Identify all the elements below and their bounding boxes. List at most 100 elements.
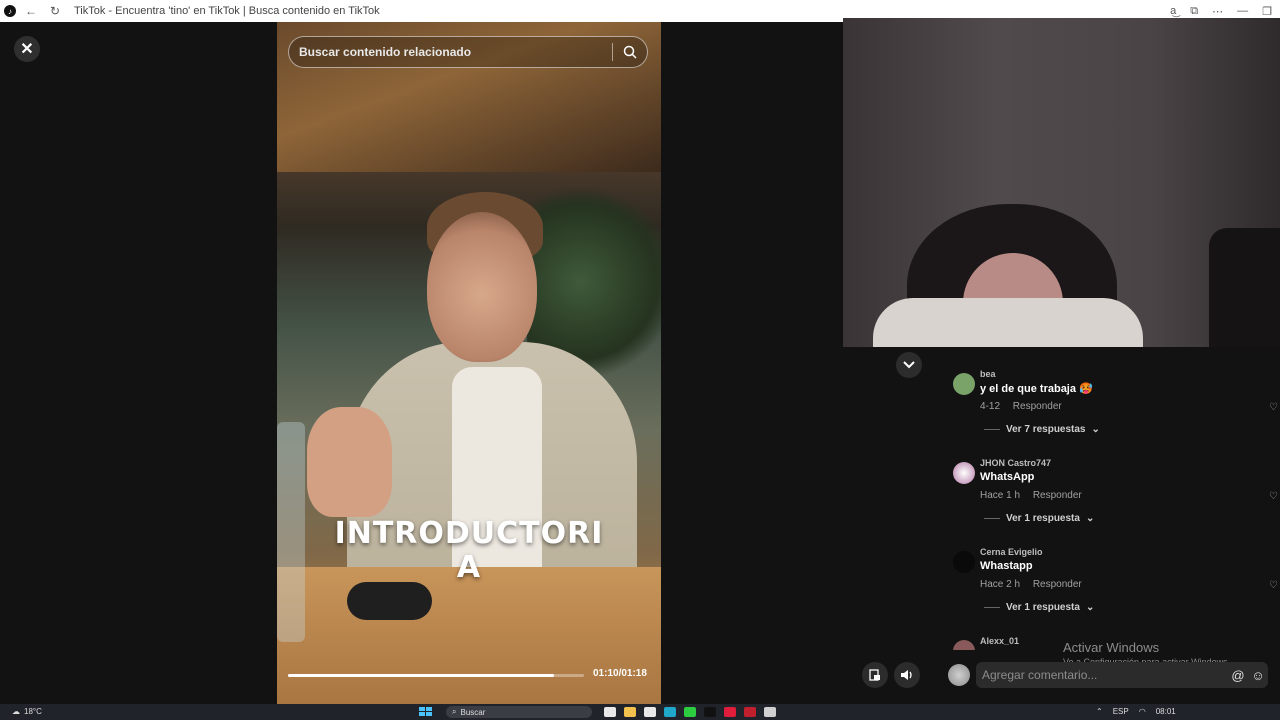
- video-player[interactable]: Buscar contenido relacionado INTRODUCTOR…: [277, 22, 661, 704]
- clock[interactable]: 08:01: [1156, 707, 1176, 716]
- app-green-icon[interactable]: [684, 707, 696, 717]
- comment-date: 4-12: [980, 401, 1001, 412]
- floating-player-button[interactable]: [862, 662, 888, 688]
- avatar[interactable]: [953, 551, 975, 573]
- chevron-down-icon: ⌄: [1091, 424, 1100, 435]
- edge-icon[interactable]: [664, 707, 676, 717]
- comment-username[interactable]: Alexx_01: [980, 636, 1019, 646]
- related-search-bar[interactable]: Buscar contenido relacionado: [288, 36, 648, 68]
- wifi-icon[interactable]: ◠: [1139, 707, 1146, 716]
- watermark-title: Activar Windows: [1063, 640, 1160, 655]
- current-user-avatar[interactable]: [948, 664, 970, 686]
- minimize-icon[interactable]: —: [1237, 5, 1248, 17]
- video-progress-bar[interactable]: [288, 674, 584, 677]
- avatar[interactable]: [953, 640, 975, 650]
- restore-icon[interactable]: ❐: [1262, 5, 1272, 18]
- temperature: 18°C: [24, 707, 42, 716]
- floating-player-icon: [869, 669, 880, 681]
- collapse-button[interactable]: [896, 352, 922, 378]
- comment-date: Hace 2 h: [980, 579, 1021, 590]
- taskbar: ☁ 18°C ⌕ Buscar ⌃ ESP ◠ 08:01: [0, 704, 1280, 720]
- video-progress-fill: [288, 674, 555, 677]
- reply-link[interactable]: Responder: [1033, 579, 1082, 590]
- search-icon: ⌕: [452, 707, 457, 716]
- caption-line-2: A: [456, 550, 482, 585]
- view-replies-button[interactable]: Ver 7 respuestas ⌄: [984, 424, 1100, 435]
- related-search-input[interactable]: Buscar contenido relacionado: [299, 45, 612, 59]
- comments-list: bea y el de que trabaja 🥵 4-12 Responder…: [937, 362, 1280, 650]
- translate-icon[interactable]: a͜: [1170, 5, 1176, 17]
- file-explorer-icon[interactable]: [624, 707, 636, 717]
- app-red2-icon[interactable]: [744, 707, 756, 717]
- comment-meta: Hace 1 h Responder: [980, 490, 1092, 501]
- view-replies-label: Ver 1 respuesta: [1006, 602, 1080, 613]
- taskbar-search-label: Buscar: [460, 707, 486, 717]
- chevron-down-icon: ⌄: [1085, 513, 1095, 524]
- player-controls: [862, 662, 920, 688]
- webcam-person-sweater: [873, 298, 1143, 347]
- weather-icon: ☁: [12, 707, 20, 716]
- app-red-icon[interactable]: [724, 707, 736, 717]
- back-icon[interactable]: ←: [22, 4, 40, 18]
- comment-username[interactable]: Cerna Evigelio: [980, 547, 1043, 557]
- more-options-icon[interactable]: ⋯: [1212, 5, 1223, 18]
- avatar[interactable]: [953, 373, 975, 395]
- close-icon: ✕: [20, 41, 34, 58]
- view-replies-button[interactable]: Ver 1 respuesta ⌄: [984, 513, 1094, 524]
- replies-divider: [984, 607, 1000, 608]
- mention-icon[interactable]: @: [1228, 668, 1248, 683]
- video-caption: INTRODUCTORI A: [277, 517, 661, 585]
- webcam-overlay: [843, 18, 1280, 347]
- tray-chevron-icon[interactable]: ⌃: [1096, 707, 1103, 716]
- system-tray: ⌃ ESP ◠ 08:01: [1096, 707, 1176, 716]
- reload-icon[interactable]: ↻: [46, 4, 64, 18]
- comment-text: WhatsApp: [980, 471, 1035, 483]
- reply-link[interactable]: Responder: [1033, 490, 1082, 501]
- view-replies-button[interactable]: Ver 1 respuesta ⌄: [984, 602, 1094, 613]
- video-scene-keys: [347, 582, 432, 620]
- comment-text: y el de que trabaja 🥵: [980, 383, 1093, 395]
- comment-text: Whastapp: [980, 560, 1033, 572]
- comment-meta: 4-12 Responder: [980, 401, 1072, 412]
- tiktok-taskbar-icon[interactable]: [704, 707, 716, 717]
- language-indicator[interactable]: ESP: [1113, 707, 1129, 716]
- taskbar-apps: [604, 707, 776, 717]
- task-view-icon[interactable]: [604, 707, 616, 717]
- reply-link[interactable]: Responder: [1013, 401, 1062, 412]
- chevron-down-icon: [903, 361, 915, 369]
- volume-icon: [901, 670, 912, 680]
- like-icon[interactable]: ♡: [1269, 491, 1278, 502]
- comment-meta: Hace 2 h Responder: [980, 579, 1092, 590]
- comment-username[interactable]: JHON Castro747: [980, 458, 1051, 468]
- like-icon[interactable]: ♡: [1269, 402, 1278, 413]
- main-area: ✕ Buscar contenido relacionado INTRODUCT…: [0, 18, 1280, 704]
- close-button[interactable]: ✕: [14, 36, 40, 62]
- chevron-down-icon: ⌄: [1085, 602, 1095, 613]
- window-title: TikTok - Encuentra 'tino' en TikTok | Bu…: [74, 5, 380, 17]
- video-time: 01:10/01:18: [593, 668, 647, 679]
- view-replies-label: Ver 7 respuestas: [1006, 424, 1086, 435]
- tiktok-logo-icon: ♪: [4, 5, 16, 17]
- like-icon[interactable]: ♡: [1269, 580, 1278, 591]
- webcam-chair: [1209, 228, 1280, 347]
- emoji-icon[interactable]: ☺: [1248, 668, 1268, 683]
- windows-start-icon[interactable]: [419, 707, 433, 717]
- caption-line-1: INTRODUCTORI: [334, 516, 604, 551]
- weather-widget[interactable]: ☁ 18°C: [12, 707, 42, 716]
- replies-divider: [984, 429, 1000, 430]
- comment-input-placeholder[interactable]: Agregar comentario...: [982, 668, 1228, 682]
- store-icon[interactable]: [644, 707, 656, 717]
- view-replies-label: Ver 1 respuesta: [1006, 513, 1080, 524]
- app-gray-icon[interactable]: [764, 707, 776, 717]
- comment-date: Hace 1 h: [980, 490, 1021, 501]
- avatar[interactable]: [953, 462, 975, 484]
- app-install-icon[interactable]: ⧉: [1190, 5, 1198, 18]
- video-person-hand: [307, 407, 392, 517]
- search-icon[interactable]: [613, 45, 647, 59]
- video-scene-table: [277, 567, 661, 704]
- video-person-face: [427, 212, 537, 362]
- taskbar-search[interactable]: ⌕ Buscar: [446, 706, 592, 718]
- comment-username[interactable]: bea: [980, 369, 996, 379]
- comment-input[interactable]: Agregar comentario... @ ☺: [976, 662, 1268, 688]
- volume-button[interactable]: [894, 662, 920, 688]
